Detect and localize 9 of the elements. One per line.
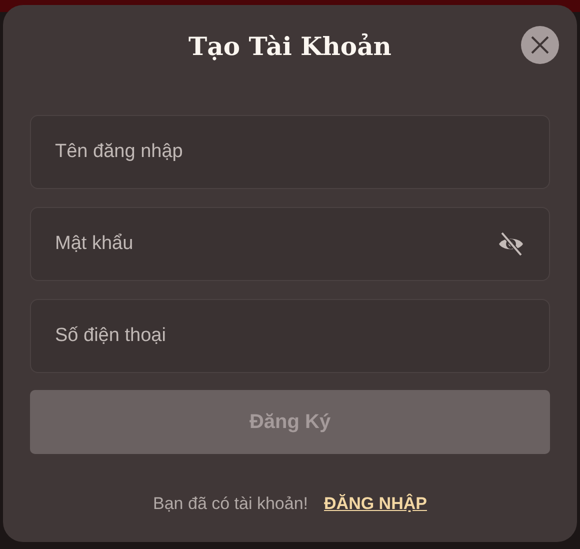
close-icon bbox=[531, 36, 549, 54]
input-field[interactable]: Tên đăng nhập bbox=[30, 115, 550, 189]
close-button[interactable] bbox=[521, 26, 559, 64]
login-link[interactable]: ĐĂNG NHẬP bbox=[324, 494, 427, 514]
password-field[interactable]: Mật khẩu bbox=[30, 207, 550, 281]
eye-slash-icon[interactable] bbox=[496, 229, 526, 259]
dialog-title: Tạo Tài Khoản bbox=[188, 31, 392, 63]
input-field[interactable]: Số điện thoại bbox=[30, 299, 550, 373]
login-prompt: Bạn đã có tài khoản! bbox=[153, 494, 308, 514]
